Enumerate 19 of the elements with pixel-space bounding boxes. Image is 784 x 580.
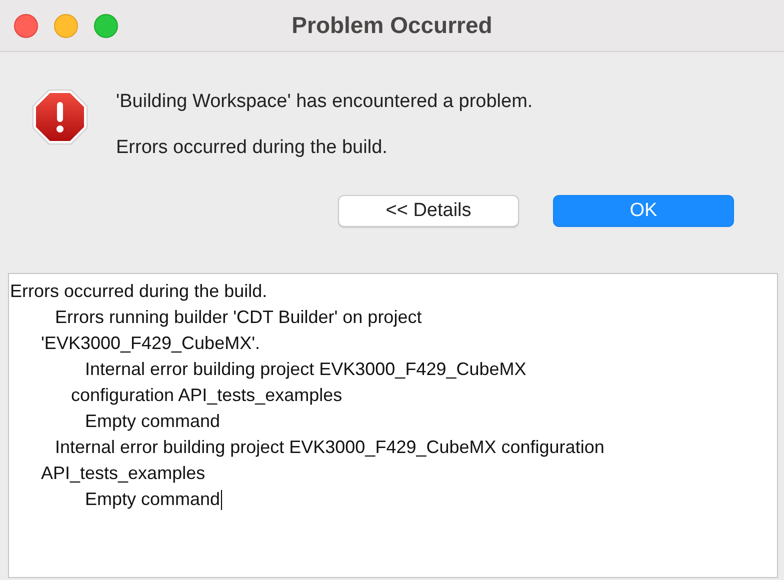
details-button[interactable]: << Details	[338, 195, 519, 227]
error-icon	[32, 89, 88, 145]
window-title: Problem Occurred	[292, 12, 492, 39]
log-line: Errors occurred during the build.	[10, 280, 268, 303]
close-button[interactable]	[14, 14, 38, 38]
zoom-button[interactable]	[94, 14, 118, 38]
details-text-area[interactable]	[8, 273, 778, 578]
log-line: API_tests_examples	[41, 462, 206, 485]
log-line: Empty command	[85, 410, 220, 433]
log-line: 'EVK3000_F429_CubeMX'.	[41, 332, 260, 355]
log-line: Internal error building project EVK3000_F429_CubeMX configuration	[55, 436, 604, 459]
error-summary: Errors occurred during the build.	[116, 137, 388, 159]
log-line: Internal error building project EVK3000_F429_CubeMX	[85, 358, 526, 381]
log-line: Errors running builder 'CDT Builder' on project	[55, 306, 422, 329]
log-line: Empty command	[85, 488, 222, 512]
minimize-button[interactable]	[54, 14, 78, 38]
log-line: configuration API_tests_examples	[71, 384, 342, 407]
error-message: 'Building Workspace' has encountered a problem.	[116, 91, 533, 113]
text-cursor	[221, 490, 222, 510]
